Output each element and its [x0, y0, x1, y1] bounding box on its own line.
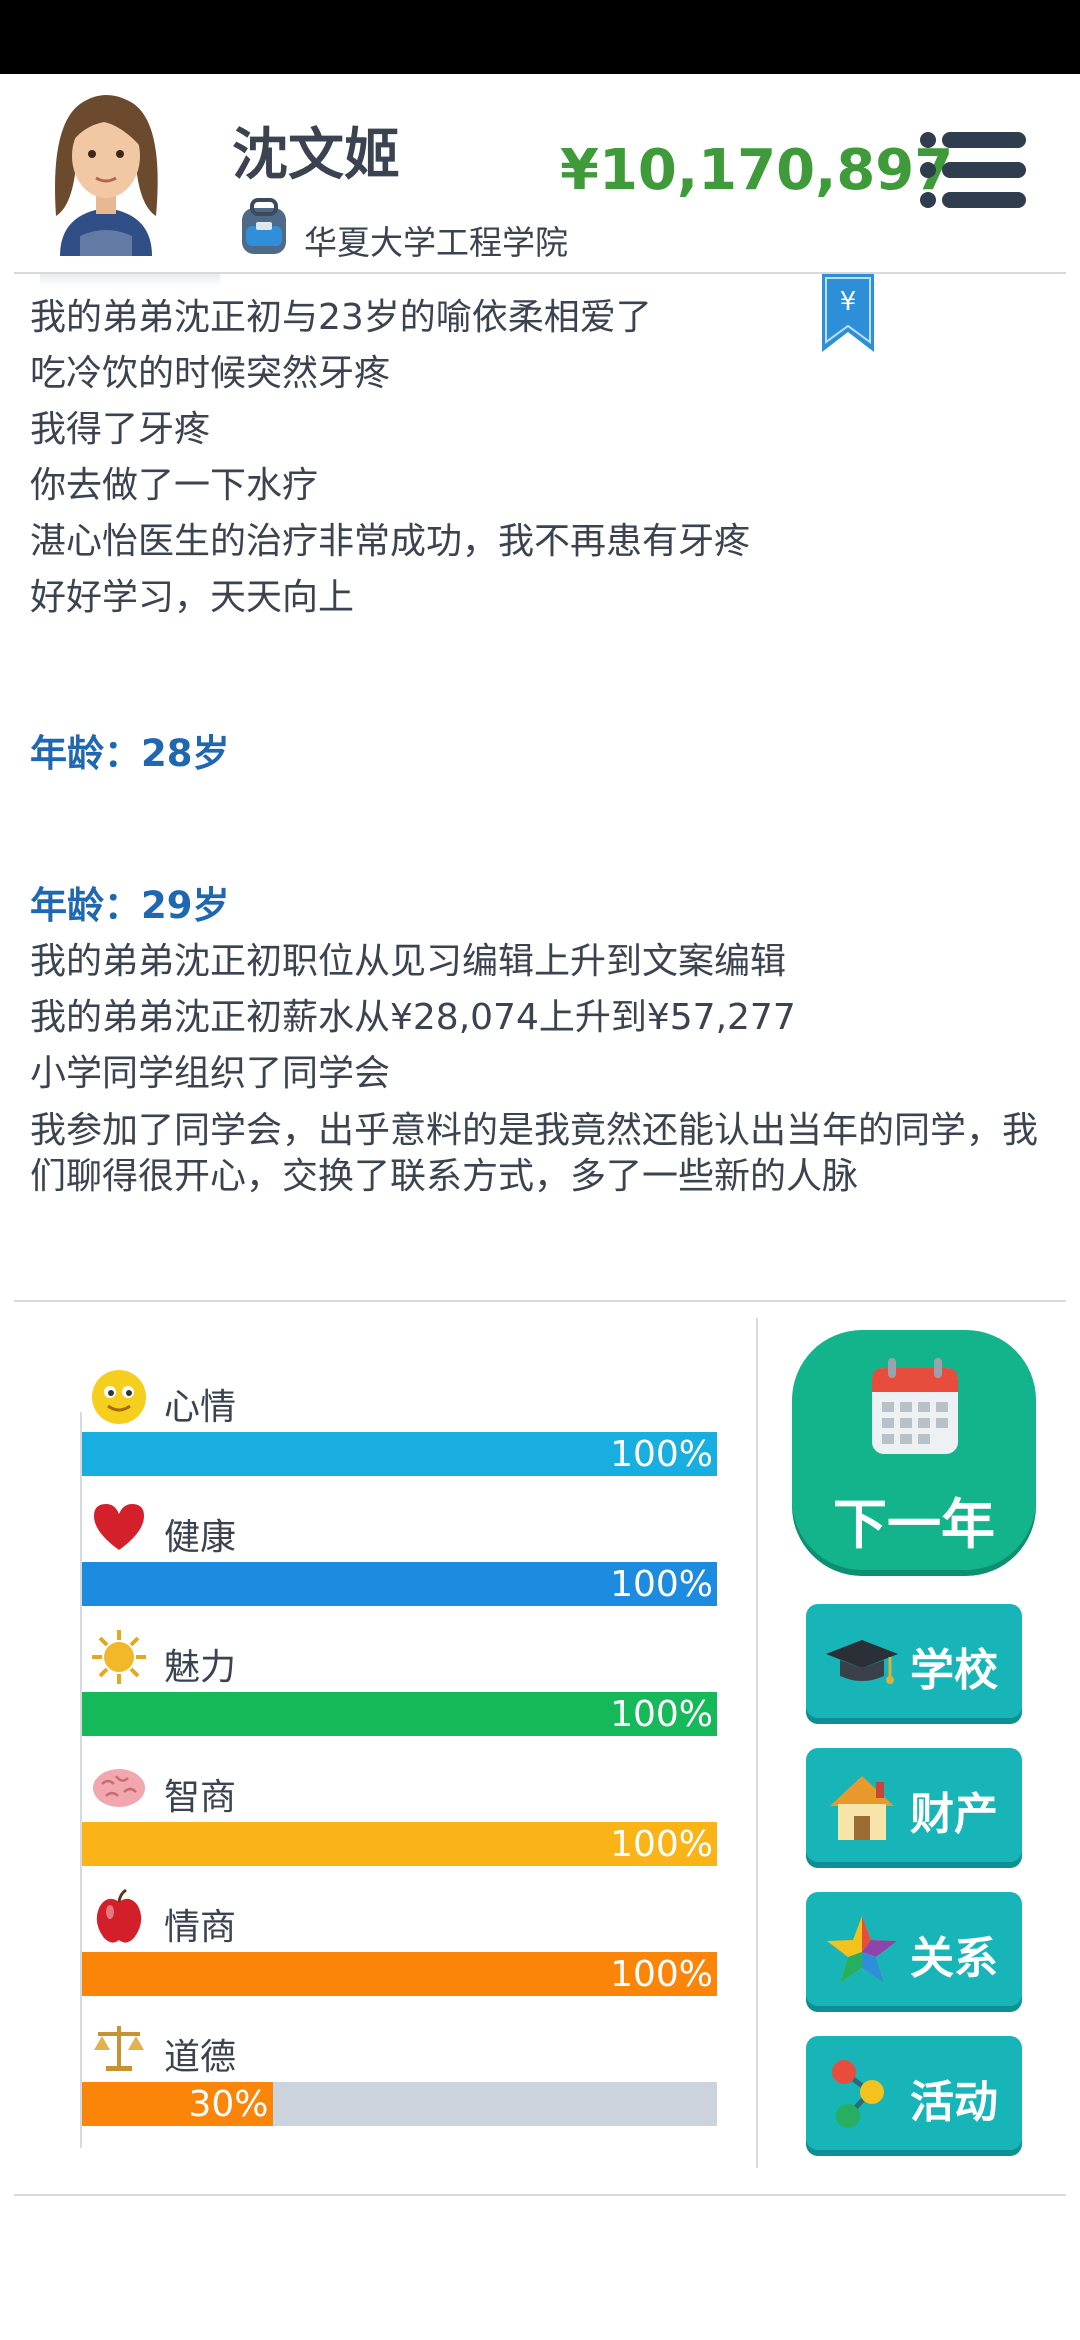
stat-bar-fill: 100% — [82, 1562, 717, 1606]
stat-percent: 100% — [610, 1824, 713, 1865]
stat-label: 心情 — [164, 1387, 237, 1428]
backpack-icon — [242, 198, 286, 254]
stat-percent: 30% — [188, 2084, 269, 2125]
log-line: 小学同学组织了同学会 — [30, 1053, 391, 1094]
activities-button[interactable]: 活动 — [806, 2036, 1022, 2150]
assets-label: 财产 — [910, 1789, 998, 1840]
stat-bar: 30% — [82, 2082, 717, 2126]
log-line: 好好学习，天天向上 — [30, 577, 355, 618]
school-button[interactable]: 学校 — [806, 1604, 1022, 1718]
stat-percent: 100% — [610, 1954, 713, 1995]
next-year-label: 下一年 — [833, 1493, 995, 1556]
assets-button[interactable]: 财产 — [806, 1748, 1022, 1862]
stat-row: 魅力 100% — [82, 1622, 717, 1736]
stat-percent: 100% — [610, 1564, 713, 1605]
age-heading: 年龄：29岁 — [30, 884, 230, 927]
stat-row: 智商 100% — [82, 1752, 717, 1866]
bottom-divider — [14, 2194, 1066, 2196]
stat-bar-fill: 100% — [82, 1432, 717, 1476]
log-line: 我参加了同学会，出乎意料的是我竟然还能认出当年的同学，我们聊得很开心，交换了联系… — [30, 1110, 1039, 1197]
stat-row: 道德 30% — [82, 2012, 717, 2126]
status-bar — [0, 0, 1080, 74]
log-line: 你去做了一下水疗 — [30, 465, 319, 506]
relations-label: 关系 — [910, 1933, 998, 1984]
calendar-icon — [872, 1358, 958, 1454]
stat-bar-fill: 30% — [82, 2082, 273, 2126]
log-line: 我的弟弟沈正初职位从见习编辑上升到文案编辑 — [30, 941, 787, 982]
stat-row: 心情 100% — [82, 1362, 717, 1476]
stat-label: 智商 — [164, 1777, 237, 1818]
section-divider — [14, 1300, 1066, 1302]
smiley-icon — [90, 1368, 148, 1426]
log-line: 我的弟弟沈正初薪水从¥28,074上升到¥57,277 — [30, 997, 796, 1038]
next-year-button[interactable]: 下一年 — [792, 1330, 1036, 1570]
menu-icon[interactable] — [920, 130, 1028, 210]
avatar[interactable] — [40, 86, 172, 258]
stat-label: 道德 — [164, 2037, 237, 2078]
stat-bar: 100% — [82, 1692, 717, 1736]
player-name: 沈文姬 — [232, 123, 400, 188]
stat-bar-fill: 100% — [82, 1692, 717, 1736]
money-balance: ¥10,170,897 — [560, 138, 954, 203]
stat-bar: 100% — [82, 1822, 717, 1866]
vertical-divider — [756, 1318, 758, 2168]
school-label: 学校 — [910, 1645, 998, 1696]
scales-icon — [90, 2018, 148, 2076]
apple-icon — [90, 1888, 148, 1946]
heart-icon — [90, 1498, 148, 1556]
relations-button[interactable]: 关系 — [806, 1892, 1022, 2006]
stat-label: 魅力 — [164, 1647, 237, 1688]
age-heading: 年龄：28岁 — [30, 732, 230, 775]
stat-percent: 100% — [610, 1434, 713, 1475]
stat-label: 健康 — [164, 1517, 237, 1558]
scroll-fade — [40, 274, 220, 286]
stat-bar: 100% — [82, 1432, 717, 1476]
event-log[interactable]: 我的弟弟沈正初与23岁的喻依柔相爱了 吃冷饮的时候突然牙疼 我得了牙疼 你去做了… — [30, 290, 1040, 1200]
log-line: 吃冷饮的时候突然牙疼 — [30, 353, 391, 394]
stat-bar-fill: 100% — [82, 1952, 717, 1996]
graduation-cap-icon — [826, 1640, 898, 1684]
school-name: 华夏大学工程学院 — [304, 223, 568, 262]
log-line: 湛心怡医生的治疗非常成功，我不再患有牙疼 — [30, 521, 751, 562]
stat-row: 健康 100% — [82, 1492, 717, 1606]
stat-bar: 100% — [82, 1952, 717, 1996]
activities-label: 活动 — [910, 2077, 998, 2128]
house-icon — [830, 1776, 894, 1840]
sun-icon — [90, 1628, 148, 1686]
star-icon — [827, 1916, 897, 1983]
log-line: 我的弟弟沈正初与23岁的喻依柔相爱了 — [30, 297, 652, 338]
log-line: 我得了牙疼 — [30, 409, 211, 450]
stat-row: 情商 100% — [82, 1882, 717, 1996]
stat-label: 情商 — [164, 1907, 237, 1948]
brain-icon — [90, 1758, 148, 1816]
stat-bar: 100% — [82, 1562, 717, 1606]
stat-percent: 100% — [610, 1694, 713, 1735]
stat-bar-fill: 100% — [82, 1822, 717, 1866]
activities-icon — [832, 2060, 884, 2128]
